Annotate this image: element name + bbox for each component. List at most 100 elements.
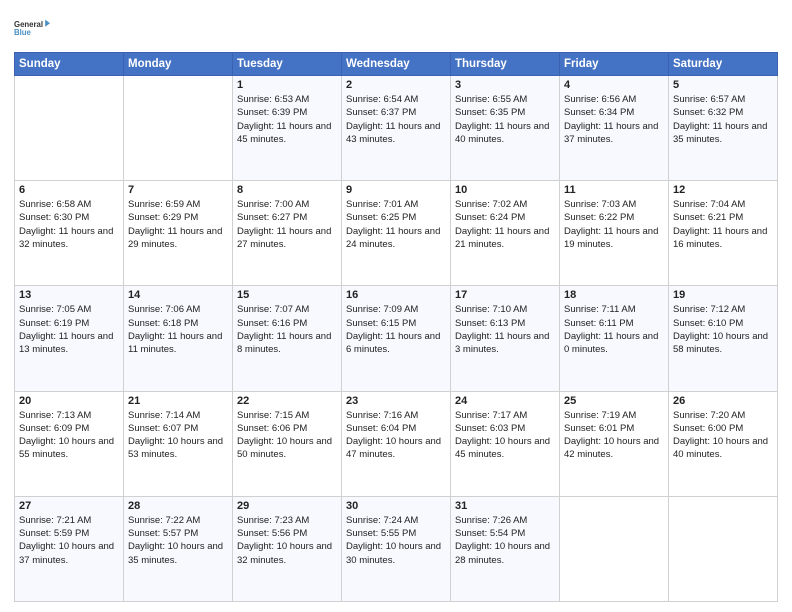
header-cell-thursday: Thursday [451,53,560,76]
daylight-text: Daylight: 10 hours and 55 minutes. [19,435,119,462]
sunrise-text: Sunrise: 7:11 AM [564,303,664,316]
header-cell-wednesday: Wednesday [342,53,451,76]
day-cell [669,496,778,601]
daylight-text: Daylight: 11 hours and 27 minutes. [237,225,337,252]
day-cell: 22Sunrise: 7:15 AMSunset: 6:06 PMDayligh… [233,391,342,496]
day-number: 21 [128,395,228,407]
daylight-text: Daylight: 10 hours and 58 minutes. [673,330,773,357]
sunset-text: Sunset: 5:56 PM [237,527,337,540]
daylight-text: Daylight: 11 hours and 21 minutes. [455,225,555,252]
sunrise-text: Sunrise: 7:07 AM [237,303,337,316]
calendar-table: SundayMondayTuesdayWednesdayThursdayFrid… [14,52,778,602]
sunset-text: Sunset: 6:03 PM [455,422,555,435]
sunrise-text: Sunrise: 7:17 AM [455,409,555,422]
day-cell: 3Sunrise: 6:55 AMSunset: 6:35 PMDaylight… [451,76,560,181]
day-cell: 25Sunrise: 7:19 AMSunset: 6:01 PMDayligh… [560,391,669,496]
sunrise-text: Sunrise: 7:00 AM [237,198,337,211]
day-cell: 31Sunrise: 7:26 AMSunset: 5:54 PMDayligh… [451,496,560,601]
day-cell: 13Sunrise: 7:05 AMSunset: 6:19 PMDayligh… [15,286,124,391]
page: General Blue SundayMondayTuesdayWednesda… [0,0,792,612]
daylight-text: Daylight: 11 hours and 43 minutes. [346,120,446,147]
sunrise-text: Sunrise: 7:06 AM [128,303,228,316]
sunset-text: Sunset: 6:30 PM [19,211,119,224]
day-cell: 24Sunrise: 7:17 AMSunset: 6:03 PMDayligh… [451,391,560,496]
day-number: 3 [455,79,555,91]
daylight-text: Daylight: 11 hours and 29 minutes. [128,225,228,252]
sunset-text: Sunset: 6:10 PM [673,317,773,330]
calendar-header: SundayMondayTuesdayWednesdayThursdayFrid… [15,53,778,76]
sunset-text: Sunset: 6:06 PM [237,422,337,435]
day-cell: 8Sunrise: 7:00 AMSunset: 6:27 PMDaylight… [233,181,342,286]
sunrise-text: Sunrise: 7:22 AM [128,514,228,527]
day-number: 20 [19,395,119,407]
day-number: 7 [128,184,228,196]
day-number: 25 [564,395,664,407]
day-number: 30 [346,500,446,512]
day-cell: 4Sunrise: 6:56 AMSunset: 6:34 PMDaylight… [560,76,669,181]
svg-text:General: General [14,20,43,29]
week-row-5: 27Sunrise: 7:21 AMSunset: 5:59 PMDayligh… [15,496,778,601]
day-cell [560,496,669,601]
day-cell: 19Sunrise: 7:12 AMSunset: 6:10 PMDayligh… [669,286,778,391]
sunset-text: Sunset: 6:29 PM [128,211,228,224]
sunrise-text: Sunrise: 7:12 AM [673,303,773,316]
logo-svg: General Blue [14,10,50,46]
day-number: 31 [455,500,555,512]
sunset-text: Sunset: 6:07 PM [128,422,228,435]
day-number: 11 [564,184,664,196]
day-cell: 14Sunrise: 7:06 AMSunset: 6:18 PMDayligh… [124,286,233,391]
week-row-4: 20Sunrise: 7:13 AMSunset: 6:09 PMDayligh… [15,391,778,496]
day-number: 28 [128,500,228,512]
daylight-text: Daylight: 11 hours and 24 minutes. [346,225,446,252]
week-row-3: 13Sunrise: 7:05 AMSunset: 6:19 PMDayligh… [15,286,778,391]
daylight-text: Daylight: 11 hours and 11 minutes. [128,330,228,357]
sunrise-text: Sunrise: 7:16 AM [346,409,446,422]
sunset-text: Sunset: 5:54 PM [455,527,555,540]
calendar-body: 1Sunrise: 6:53 AMSunset: 6:39 PMDaylight… [15,76,778,602]
header-cell-friday: Friday [560,53,669,76]
sunset-text: Sunset: 6:32 PM [673,106,773,119]
day-cell [124,76,233,181]
sunrise-text: Sunrise: 7:10 AM [455,303,555,316]
day-number: 12 [673,184,773,196]
day-cell: 27Sunrise: 7:21 AMSunset: 5:59 PMDayligh… [15,496,124,601]
week-row-1: 1Sunrise: 6:53 AMSunset: 6:39 PMDaylight… [15,76,778,181]
day-number: 1 [237,79,337,91]
daylight-text: Daylight: 11 hours and 6 minutes. [346,330,446,357]
day-number: 8 [237,184,337,196]
sunset-text: Sunset: 6:11 PM [564,317,664,330]
sunset-text: Sunset: 6:25 PM [346,211,446,224]
day-cell: 18Sunrise: 7:11 AMSunset: 6:11 PMDayligh… [560,286,669,391]
day-cell: 10Sunrise: 7:02 AMSunset: 6:24 PMDayligh… [451,181,560,286]
day-number: 26 [673,395,773,407]
daylight-text: Daylight: 11 hours and 37 minutes. [564,120,664,147]
day-cell: 17Sunrise: 7:10 AMSunset: 6:13 PMDayligh… [451,286,560,391]
day-number: 14 [128,289,228,301]
sunset-text: Sunset: 6:16 PM [237,317,337,330]
sunrise-text: Sunrise: 7:05 AM [19,303,119,316]
sunrise-text: Sunrise: 6:56 AM [564,93,664,106]
daylight-text: Daylight: 10 hours and 45 minutes. [455,435,555,462]
sunset-text: Sunset: 6:15 PM [346,317,446,330]
day-cell: 11Sunrise: 7:03 AMSunset: 6:22 PMDayligh… [560,181,669,286]
daylight-text: Daylight: 10 hours and 35 minutes. [128,540,228,567]
day-cell: 2Sunrise: 6:54 AMSunset: 6:37 PMDaylight… [342,76,451,181]
day-number: 29 [237,500,337,512]
sunset-text: Sunset: 6:01 PM [564,422,664,435]
header-row: SundayMondayTuesdayWednesdayThursdayFrid… [15,53,778,76]
daylight-text: Daylight: 10 hours and 53 minutes. [128,435,228,462]
daylight-text: Daylight: 11 hours and 0 minutes. [564,330,664,357]
daylight-text: Daylight: 10 hours and 32 minutes. [237,540,337,567]
day-number: 2 [346,79,446,91]
sunset-text: Sunset: 6:22 PM [564,211,664,224]
sunrise-text: Sunrise: 7:09 AM [346,303,446,316]
day-cell: 20Sunrise: 7:13 AMSunset: 6:09 PMDayligh… [15,391,124,496]
sunrise-text: Sunrise: 7:19 AM [564,409,664,422]
day-cell: 7Sunrise: 6:59 AMSunset: 6:29 PMDaylight… [124,181,233,286]
day-number: 17 [455,289,555,301]
header-cell-monday: Monday [124,53,233,76]
header-cell-tuesday: Tuesday [233,53,342,76]
sunrise-text: Sunrise: 7:15 AM [237,409,337,422]
daylight-text: Daylight: 11 hours and 35 minutes. [673,120,773,147]
sunset-text: Sunset: 6:21 PM [673,211,773,224]
